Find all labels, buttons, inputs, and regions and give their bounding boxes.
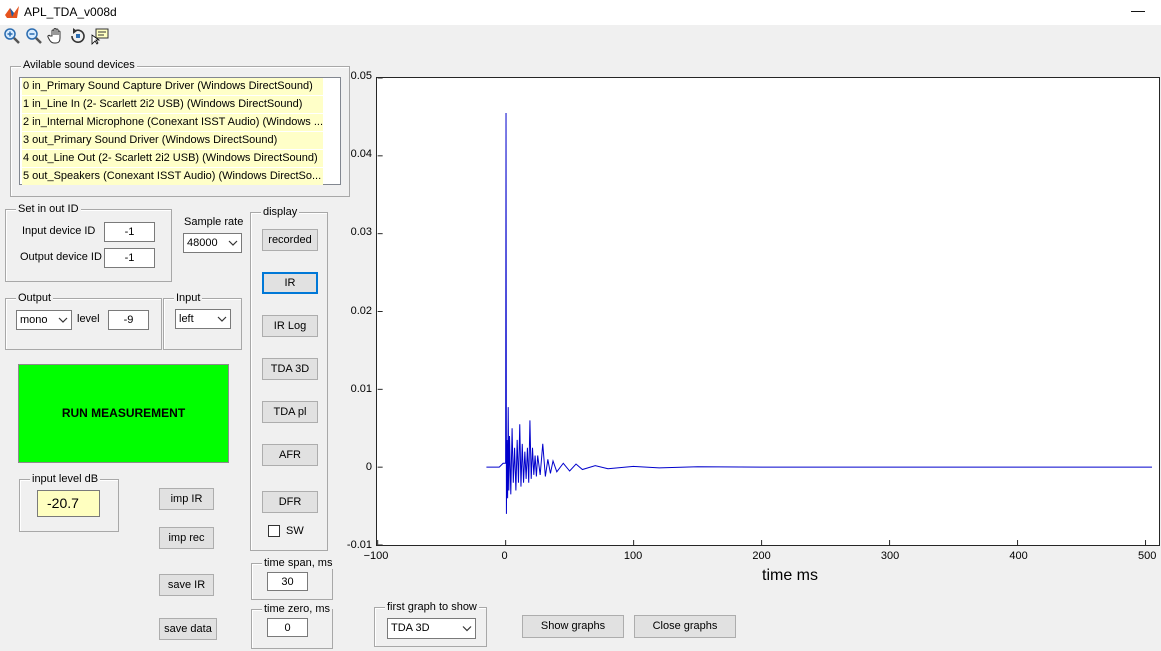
- close-graphs-button[interactable]: Close graphs: [634, 615, 736, 638]
- rotate-icon[interactable]: [69, 27, 87, 45]
- y-tick-label: 0.02: [350, 304, 372, 317]
- x-tick-label: 0: [501, 550, 508, 562]
- output-device-field[interactable]: -1: [104, 248, 155, 268]
- level-field[interactable]: -9: [108, 310, 149, 330]
- figure-toolbar: [0, 25, 1161, 48]
- first-graph-select[interactable]: TDA 3D: [387, 618, 476, 639]
- matlab-icon: [5, 6, 19, 18]
- x-tick-label: 100: [623, 550, 643, 562]
- zoom-in-icon[interactable]: [3, 27, 21, 45]
- input-level-display: -20.7: [37, 490, 100, 517]
- x-tick-label: 200: [752, 550, 771, 562]
- title-bar: [0, 0, 1161, 25]
- y-tick-label: 0: [365, 460, 372, 473]
- chevron-down-icon: [217, 316, 227, 322]
- run-measurement-button[interactable]: RUN MEASUREMENT: [18, 364, 229, 463]
- ir-plot[interactable]: [376, 77, 1160, 546]
- output-legend: Output: [16, 292, 54, 304]
- input-device-field[interactable]: -1: [104, 222, 155, 242]
- chevron-down-icon: [462, 626, 472, 632]
- x-tick-label: −100: [363, 550, 389, 562]
- imp-rec-button[interactable]: imp rec: [159, 527, 214, 549]
- data-cursor-icon[interactable]: [91, 27, 109, 45]
- afr-button[interactable]: AFR: [262, 444, 318, 466]
- input-channel-select[interactable]: left: [175, 309, 231, 329]
- y-tick-label: 0.05: [350, 70, 372, 82]
- list-item[interactable]: 1 in_Line In (2- Scarlett 2i2 USB) (Wind…: [22, 96, 323, 113]
- time-zero-legend: time zero, ms: [262, 603, 333, 615]
- sw-checkbox[interactable]: [268, 525, 280, 537]
- save-data-button[interactable]: save data: [159, 618, 217, 640]
- y-tick-label: 0.01: [350, 382, 372, 395]
- tda-pl-button[interactable]: TDA pl: [262, 401, 318, 423]
- input-device-label: Input device ID: [22, 225, 96, 237]
- minimize-button[interactable]: —: [1130, 2, 1146, 20]
- ir-series-line-0: [486, 113, 1152, 514]
- list-item[interactable]: 5 out_Speakers (Conexant ISST Audio) (Wi…: [22, 168, 323, 185]
- device-listbox[interactable]: 0 in_Primary Sound Capture Driver (Windo…: [19, 77, 341, 185]
- sample-rate-select[interactable]: 48000: [183, 233, 242, 253]
- first-graph-legend: first graph to show: [385, 601, 479, 613]
- x-tick-label: 500: [1137, 550, 1157, 562]
- y-tick-label: 0.04: [350, 148, 372, 161]
- sample-rate-value: 48000: [187, 237, 218, 249]
- chevron-down-icon: [228, 240, 238, 246]
- output-mode-select[interactable]: mono: [16, 310, 72, 330]
- input-legend: Input: [174, 292, 203, 304]
- list-item[interactable]: 2 in_Internal Microphone (Conexant ISST …: [22, 114, 323, 131]
- list-item[interactable]: 4 out_Line Out (2- Scarlett 2i2 USB) (Wi…: [22, 150, 323, 167]
- inout-legend: Set in out ID: [16, 203, 81, 215]
- output-device-label: Output device ID: [20, 251, 102, 263]
- time-zero-field[interactable]: 0: [267, 618, 308, 637]
- tda-3d-button[interactable]: TDA 3D: [262, 358, 318, 380]
- sample-rate-label: Sample rate: [184, 216, 244, 228]
- show-graphs-button[interactable]: Show graphs: [522, 615, 624, 638]
- level-label: level: [77, 313, 100, 325]
- ir-button[interactable]: IR: [262, 272, 318, 294]
- zoom-out-icon[interactable]: [25, 27, 43, 45]
- time-span-legend: time span, ms: [262, 557, 335, 569]
- pan-icon[interactable]: [47, 27, 65, 45]
- list-item[interactable]: 3 out_Primary Sound Driver (Windows Dire…: [22, 132, 323, 149]
- x-tick-label: 300: [880, 550, 900, 562]
- chevron-down-icon: [58, 317, 68, 323]
- display-legend: display: [261, 206, 300, 218]
- ir-log-button[interactable]: IR Log: [262, 315, 318, 337]
- recorded-button[interactable]: recorded: [262, 229, 318, 251]
- y-tick-label: 0.03: [350, 226, 372, 239]
- time-span-field[interactable]: 30: [267, 572, 308, 591]
- first-graph-value: TDA 3D: [391, 622, 430, 634]
- x-tick-label: 400: [1009, 550, 1028, 562]
- x-axis-label: time ms: [762, 567, 818, 584]
- input-level-legend: input level dB: [30, 473, 101, 485]
- list-item[interactable]: 0 in_Primary Sound Capture Driver (Windo…: [22, 78, 323, 95]
- output-mode-value: mono: [20, 314, 48, 326]
- sw-label: SW: [286, 525, 304, 537]
- dfr-button[interactable]: DFR: [262, 491, 318, 513]
- inout-group: [5, 209, 172, 282]
- window-title: APL_TDA_v008d: [24, 5, 117, 19]
- imp-ir-button[interactable]: imp IR: [159, 488, 214, 510]
- input-channel-value: left: [179, 313, 194, 325]
- devices-legend: Avilable sound devices: [21, 59, 137, 71]
- save-ir-button[interactable]: save IR: [159, 574, 214, 596]
